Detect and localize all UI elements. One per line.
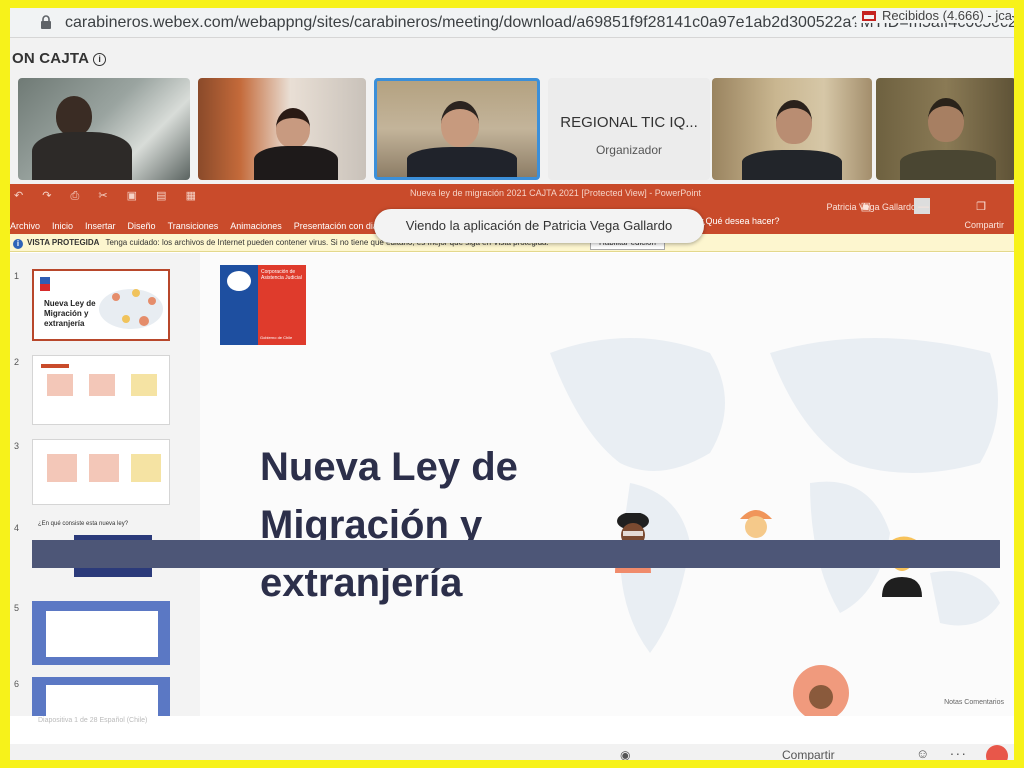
- tab-inicio[interactable]: Inicio: [52, 221, 73, 231]
- flag-icon: [40, 277, 50, 291]
- thumb-box: [89, 374, 115, 396]
- quick-access-toolbar[interactable]: ↶ ↷ ⎙ ✂ ▣ ▤ ▦: [14, 189, 204, 203]
- participant-head: [776, 100, 812, 144]
- thumb-number: 5: [14, 603, 20, 613]
- window-buttons[interactable]: ▣ — ❐: [861, 200, 1008, 213]
- thumb-box: [47, 374, 73, 396]
- reactions-icon[interactable]: ☺: [916, 746, 929, 760]
- thumbnail-slide-3[interactable]: [32, 439, 170, 505]
- tab-insertar[interactable]: Insertar: [85, 221, 116, 231]
- protected-view-label: VISTA PROTEGIDA: [27, 238, 100, 247]
- info-icon[interactable]: i: [93, 53, 107, 66]
- slide-thumbnails-pane[interactable]: 1 Nueva Ley de Migración y extranjería 2…: [10, 253, 200, 716]
- status-right[interactable]: Notas Comentarios: [944, 699, 1004, 706]
- tab-transiciones[interactable]: Transiciones: [168, 221, 219, 231]
- participant-video-1[interactable]: [18, 78, 190, 180]
- gmail-icon: [861, 11, 876, 21]
- ribbon-tabs: Archivo Inicio Insertar Diseño Transiciones A…: [10, 216, 780, 234]
- thumb-number: 6: [14, 679, 20, 689]
- participant-head: [441, 101, 479, 147]
- participant-head: [56, 96, 92, 136]
- thumbnail-question: ¿En qué consiste esta nueva ley?: [38, 521, 129, 527]
- participant-head: [276, 108, 310, 148]
- more-options-icon[interactable]: ...: [950, 742, 968, 758]
- thumb-number: 2: [14, 357, 20, 367]
- thumb-heading-bar: [41, 364, 69, 368]
- world-map-icon: [99, 289, 163, 329]
- participant-video-6[interactable]: [876, 78, 1014, 180]
- thumb-box: [131, 454, 161, 482]
- lock-icon: [41, 15, 51, 29]
- slide-title: Nueva Ley de Migración y extranjería: [260, 438, 518, 612]
- tab-animaciones[interactable]: Animaciones: [230, 221, 282, 231]
- logo-red-block: Corporación de Asistencia Judicial: [258, 265, 306, 345]
- tab-diseno[interactable]: Diseño: [128, 221, 156, 231]
- slide-title-line: Nueva Ley de: [260, 445, 518, 489]
- participant-head: [928, 98, 964, 142]
- thumb-number: 1: [14, 271, 20, 281]
- participant-body: [32, 132, 132, 180]
- browser-address-bar[interactable]: carabineros.webex.com/webappng/sites/car…: [10, 8, 1014, 38]
- participant-body: [742, 150, 842, 180]
- participant-video-3-active[interactable]: [374, 78, 540, 180]
- meeting-title: ON CAJTA i: [12, 50, 107, 67]
- participant-video-5[interactable]: [712, 78, 872, 180]
- info-icon: i: [13, 239, 23, 249]
- participant-name: REGIONAL TIC IQ...: [560, 114, 698, 131]
- taskbar-band: [32, 540, 1000, 568]
- thumb-inner: [46, 611, 158, 657]
- sharing-notice-pill: Viendo la aplicación de Patricia Vega Ga…: [374, 209, 704, 243]
- thumb-number: 3: [14, 441, 20, 451]
- cajta-logo: Corporación de Asistencia Judicial Gobie…: [220, 265, 306, 345]
- ppt-share-button[interactable]: Compartir: [964, 220, 1004, 230]
- screen: carabineros.webex.com/webappng/sites/car…: [10, 8, 1014, 760]
- thumbnail-slide-1[interactable]: Nueva Ley de Migración y extranjería: [32, 269, 170, 341]
- thumb-box: [131, 374, 157, 396]
- status-left: Diapositiva 1 de 28 Español (Chile): [38, 717, 148, 724]
- record-icon[interactable]: ◉: [620, 748, 630, 760]
- end-call-button[interactable]: [986, 745, 1008, 760]
- shared-powerpoint-window: ↶ ↷ ⎙ ✂ ▣ ▤ ▦ Nueva ley de migración 202…: [10, 184, 1014, 744]
- logo-text: Corporación de Asistencia Judicial: [261, 269, 302, 281]
- thumb-inner: [46, 685, 158, 716]
- thumb-box: [47, 454, 77, 482]
- participant-role: Organizador: [595, 143, 663, 157]
- tell-me-box[interactable]: ¿Qué desea hacer?: [700, 216, 780, 226]
- thumbnail-slide-5[interactable]: [32, 601, 170, 665]
- meeting-title-text: ON CAJTA: [12, 50, 90, 67]
- thumb-box: [89, 454, 119, 482]
- participant-body: [254, 146, 338, 180]
- participant-body: [407, 147, 517, 177]
- gmail-tab-label: Recibidos (4.666) - jca: [881, 8, 1012, 23]
- participant-body: [900, 150, 996, 180]
- logo-subtext: Gobierno de Chile: [260, 335, 293, 340]
- tab-archivo[interactable]: Archivo: [10, 221, 40, 231]
- webex-controls-bar: ◉ Compartir ☺ ...: [10, 742, 1014, 760]
- webex-share-button[interactable]: Compartir: [782, 748, 835, 760]
- thumbnail-slide-2[interactable]: [32, 355, 170, 425]
- ppt-document-title: Nueva ley de migración 2021 CAJTA 2021 […: [410, 188, 701, 198]
- participant-organizer-tile[interactable]: REGIONAL TIC IQ... Organizador: [548, 78, 710, 180]
- current-slide[interactable]: Corporación de Asistencia Judicial Gobie…: [200, 253, 1014, 716]
- participant-video-2[interactable]: [198, 78, 366, 180]
- thumbnail-slide-6[interactable]: [32, 677, 170, 716]
- thumb-number: 4: [14, 523, 20, 533]
- chile-crest-icon: [227, 271, 251, 291]
- gmail-tab[interactable]: Recibidos (4.666) - jca: [855, 8, 1012, 23]
- ppt-status-bar: Notas Comentarios: [200, 695, 1014, 716]
